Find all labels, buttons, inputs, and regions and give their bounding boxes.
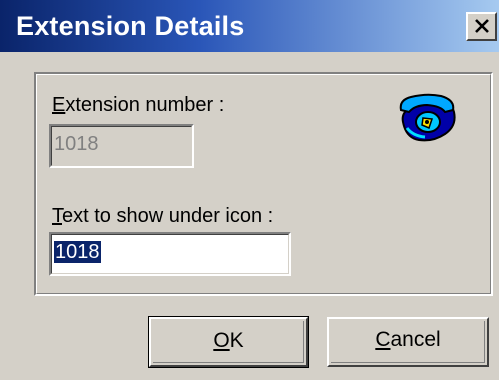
title-bar[interactable]: Extension Details — [0, 0, 499, 52]
ok-mnemonic: O — [213, 329, 230, 352]
ok-label: K — [229, 329, 244, 352]
cancel-button[interactable]: Cancel — [327, 317, 489, 367]
window-title: Extension Details — [16, 11, 245, 41]
text-under-icon-input[interactable]: 1018 — [49, 232, 291, 276]
text-under-icon-label: Text to show under icon : — [52, 205, 273, 228]
extension-details-dialog: Extension Details Extension number : 101… — [0, 0, 499, 380]
close-icon — [475, 19, 489, 33]
cancel-label: ancel — [390, 328, 441, 351]
telephone-icon — [397, 92, 459, 151]
close-button[interactable] — [466, 12, 497, 41]
extension-number-label: Extension number : — [52, 94, 224, 117]
extension-number-mnemonic: E — [52, 94, 66, 116]
cancel-mnemonic: C — [375, 328, 391, 351]
extension-number-label-text: xtension number : — [65, 94, 225, 116]
ok-button[interactable]: OK — [148, 316, 309, 368]
extension-number-value: 1018 — [54, 133, 99, 155]
extension-number-field: 1018 — [49, 124, 194, 168]
text-under-icon-label-text: ext to show under icon : — [62, 205, 274, 227]
text-under-icon-value: 1018 — [54, 241, 101, 263]
text-under-icon-mnemonic: T — [52, 205, 62, 227]
